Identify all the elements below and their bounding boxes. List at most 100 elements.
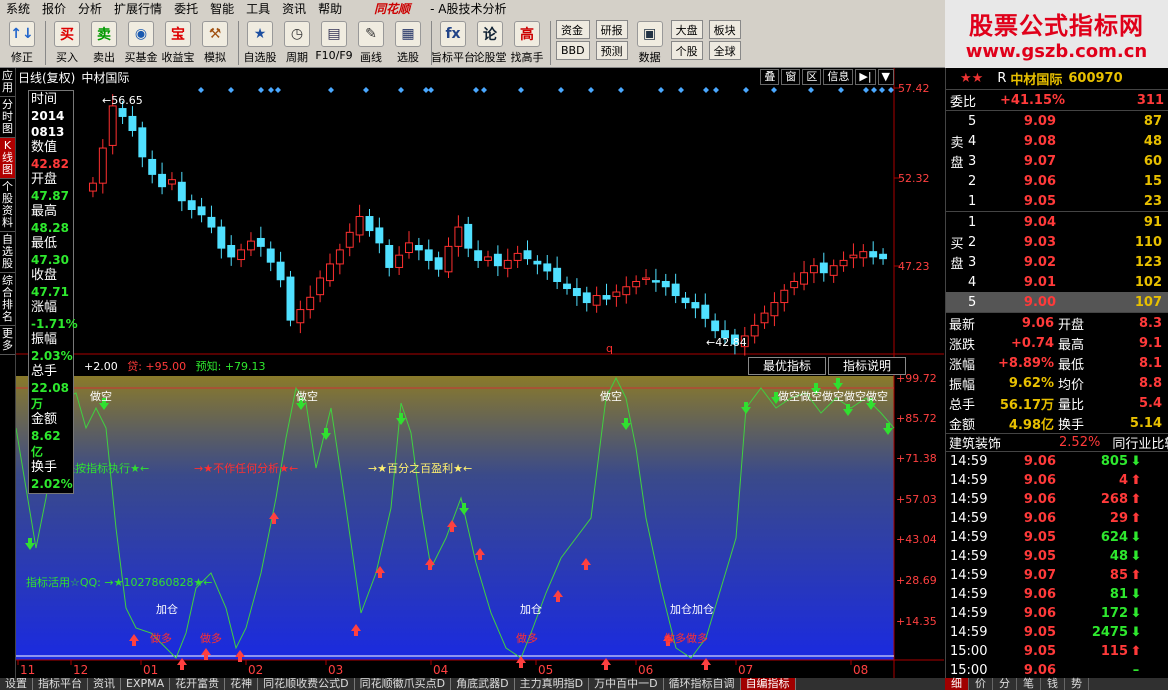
fav-star-icon[interactable]: ★★ bbox=[960, 71, 983, 86]
star-icon: ★ bbox=[247, 21, 273, 47]
bottom-tab-7[interactable]: 同花顺徽爪买点D bbox=[355, 678, 452, 690]
menu-item-8[interactable]: 帮助 bbox=[312, 0, 348, 18]
bottom-tab-10[interactable]: 万中百中一D bbox=[589, 678, 664, 690]
btn-gegu[interactable]: 个股 bbox=[670, 41, 703, 60]
toolbar-btn-1[interactable]: 买买入 bbox=[51, 18, 83, 65]
bottom-tab-11[interactable]: 循环指标自调 bbox=[664, 678, 741, 690]
left-tab-1[interactable]: 分时图 bbox=[0, 97, 15, 138]
bottom-tab-8[interactable]: 角底武器D bbox=[451, 678, 515, 690]
btn-quanqiu[interactable]: 全球 bbox=[708, 41, 741, 60]
candle-body-4 bbox=[128, 115, 137, 131]
menu-item-2[interactable]: 分析 bbox=[72, 0, 108, 18]
menu-item-4[interactable]: 委托 bbox=[168, 0, 204, 18]
left-tab-4[interactable]: 自选股 bbox=[0, 232, 15, 273]
btn-bankuai[interactable]: 板块 bbox=[708, 20, 741, 39]
down-arrow-icon: ⬇ bbox=[1130, 454, 1142, 469]
buy-row-0[interactable]: 1 9.04 91 bbox=[946, 212, 1168, 232]
toolbar-btn-13[interactable]: 高找高手 bbox=[511, 18, 544, 65]
tick-volume: 624 bbox=[1100, 530, 1128, 545]
toolbar-btn-9[interactable]: ✎ 画线 bbox=[355, 18, 387, 65]
buy-row-2[interactable]: 盘 3 9.02 123 bbox=[946, 252, 1168, 272]
sell-row-4[interactable]: 1 9.05 23 bbox=[946, 191, 1168, 211]
menu-item-0[interactable]: 系统 bbox=[0, 0, 36, 18]
quote-tab-2[interactable]: 分 bbox=[993, 678, 1017, 690]
chart-hdr-btn-0[interactable]: 叠 bbox=[760, 69, 780, 85]
bottom-tab-1[interactable]: 指标平台 bbox=[33, 678, 88, 690]
candle-body-62 bbox=[701, 304, 710, 319]
bottom-tab-12[interactable]: 自编指标 bbox=[740, 678, 796, 690]
stat-val: +8.89% bbox=[998, 355, 1054, 371]
sell-book: 5 9.09 87 卖 4 9.08 48 盘 3 9.07 60 2 9.06 15 1 9.05 23 bbox=[946, 110, 1168, 211]
menu-item-5[interactable]: 智能 bbox=[204, 0, 240, 18]
quote-panel: ★★ R 中材国际 600970 委比 +41.15% 311 5 9.09 87 卖 4 9.08 48… bbox=[945, 68, 1168, 690]
candle-body-42 bbox=[503, 259, 512, 269]
chart-hdr-btn-2[interactable]: 区 bbox=[802, 69, 822, 85]
toolbar-btn-5[interactable]: ⚒ 模拟 bbox=[199, 18, 231, 65]
sell-row-3[interactable]: 2 9.06 15 bbox=[946, 171, 1168, 191]
period-label[interactable]: 日线(复权) bbox=[18, 69, 75, 86]
quote-tab-5[interactable]: 势 bbox=[1065, 678, 1089, 690]
chart-hdr-btn-5[interactable]: ▼ bbox=[877, 69, 894, 85]
candle-body-70 bbox=[780, 289, 789, 304]
menu-item-6[interactable]: 工具 bbox=[240, 0, 276, 18]
toolbar-btn-4[interactable]: 宝收益宝 bbox=[162, 18, 195, 65]
bottom-tab-5[interactable]: 花神 bbox=[225, 678, 259, 690]
sell-level: 2 bbox=[968, 173, 977, 189]
left-tab-0[interactable]: 应用 bbox=[0, 68, 15, 97]
quote-tab-4[interactable]: 钱 bbox=[1041, 678, 1065, 690]
industry-row[interactable]: 建筑装饰 2.52% 同行业比较 bbox=[946, 433, 1168, 452]
sell-row-1[interactable]: 卖 4 9.08 48 bbox=[946, 131, 1168, 151]
industry-compare[interactable]: 同行业比较 bbox=[1112, 433, 1168, 452]
toolbar-btn-3[interactable]: ◉ 买基金 bbox=[125, 18, 158, 65]
tick-time: 15:00 bbox=[950, 663, 988, 678]
toolbar-btn-11[interactable]: fx 旨标平台 bbox=[431, 18, 475, 65]
buy-row-3[interactable]: 4 9.01 102 bbox=[946, 272, 1168, 292]
left-tab-3[interactable]: 个股资料 bbox=[0, 179, 15, 232]
btn-shuju[interactable]: ▣ 数据 bbox=[634, 18, 666, 65]
toolbar-btn-0[interactable]: ↑↓ 修正 bbox=[6, 18, 38, 65]
bottom-tab-9[interactable]: 主力真明指D bbox=[515, 678, 590, 690]
left-tab-6[interactable]: 更多 bbox=[0, 326, 15, 355]
quote-tab-0[interactable]: 细 bbox=[945, 678, 969, 690]
btn-yanbao[interactable]: 研报 bbox=[595, 20, 628, 39]
bottom-tab-6[interactable]: 同花顺收费公式D bbox=[258, 678, 355, 690]
left-tab-2[interactable]: K线图 bbox=[0, 138, 15, 179]
toolbar-btn-10[interactable]: ▦ 选股 bbox=[392, 18, 424, 65]
chart-hdr-btn-4[interactable]: ▶| bbox=[855, 69, 876, 85]
left-tab-5[interactable]: 综合排名 bbox=[0, 273, 15, 326]
btn-zijin[interactable]: 资金 bbox=[556, 20, 590, 39]
sell-row-0[interactable]: 5 9.09 87 bbox=[946, 111, 1168, 131]
btn-dapan[interactable]: 大盘 bbox=[670, 20, 703, 39]
candle-body-46 bbox=[543, 263, 552, 272]
toolbar-btn-6[interactable]: ★ 自选股 bbox=[244, 18, 277, 65]
ind-btn-1[interactable]: 指标说明 bbox=[828, 357, 907, 375]
bottom-tab-4[interactable]: 花开富贵 bbox=[170, 678, 226, 690]
chart-area[interactable]: 57.42 52.32 47.23 ←56.65 ←42.84 q +99.72 +85.72… bbox=[16, 68, 944, 678]
toolbar-label-0: 修正 bbox=[11, 51, 33, 64]
candle-body-36 bbox=[444, 245, 453, 273]
quote-tab-1[interactable]: 价 bbox=[969, 678, 993, 690]
toolbar-btn-8[interactable]: ▤ F10/F9 bbox=[315, 18, 353, 62]
buy-row-4[interactable]: 5 9.00 107 bbox=[946, 292, 1168, 312]
buy-row-1[interactable]: 买 2 9.03 110 bbox=[946, 232, 1168, 252]
menu-item-7[interactable]: 资讯 bbox=[276, 0, 312, 18]
ind-label-4: +43.04 bbox=[896, 533, 937, 546]
quote-tab-3[interactable]: 笔 bbox=[1017, 678, 1041, 690]
toolbar-btn-2[interactable]: 卖卖出 bbox=[88, 18, 120, 65]
menu-item-3[interactable]: 扩展行情 bbox=[108, 0, 168, 18]
bottom-tab-3[interactable]: EXPMA bbox=[121, 678, 171, 690]
stat-row-1: 涨跌 +0.74 最高 9.1 bbox=[946, 333, 1168, 353]
toolbar-btn-7[interactable]: ◷ 周期 bbox=[281, 18, 313, 65]
sell-row-2[interactable]: 盘 3 9.07 60 bbox=[946, 151, 1168, 171]
ind-btn-0[interactable]: 最优指标 bbox=[748, 357, 827, 375]
sell-price: 9.08 bbox=[1023, 133, 1056, 149]
bottom-tab-2[interactable]: 资讯 bbox=[88, 678, 121, 690]
btn-bbd[interactable]: BBD bbox=[556, 41, 590, 60]
btn-yuce[interactable]: 预测 bbox=[595, 41, 628, 60]
chart-hdr-btn-3[interactable]: 信息 bbox=[823, 69, 854, 85]
price-label-2: 47.23 bbox=[898, 260, 930, 273]
chart-hdr-btn-1[interactable]: 窗 bbox=[781, 69, 801, 85]
toolbar-btn-12[interactable]: 论论股堂 bbox=[474, 18, 507, 65]
bottom-tab-0[interactable]: 设置 bbox=[0, 678, 33, 690]
menu-item-1[interactable]: 报价 bbox=[36, 0, 72, 18]
